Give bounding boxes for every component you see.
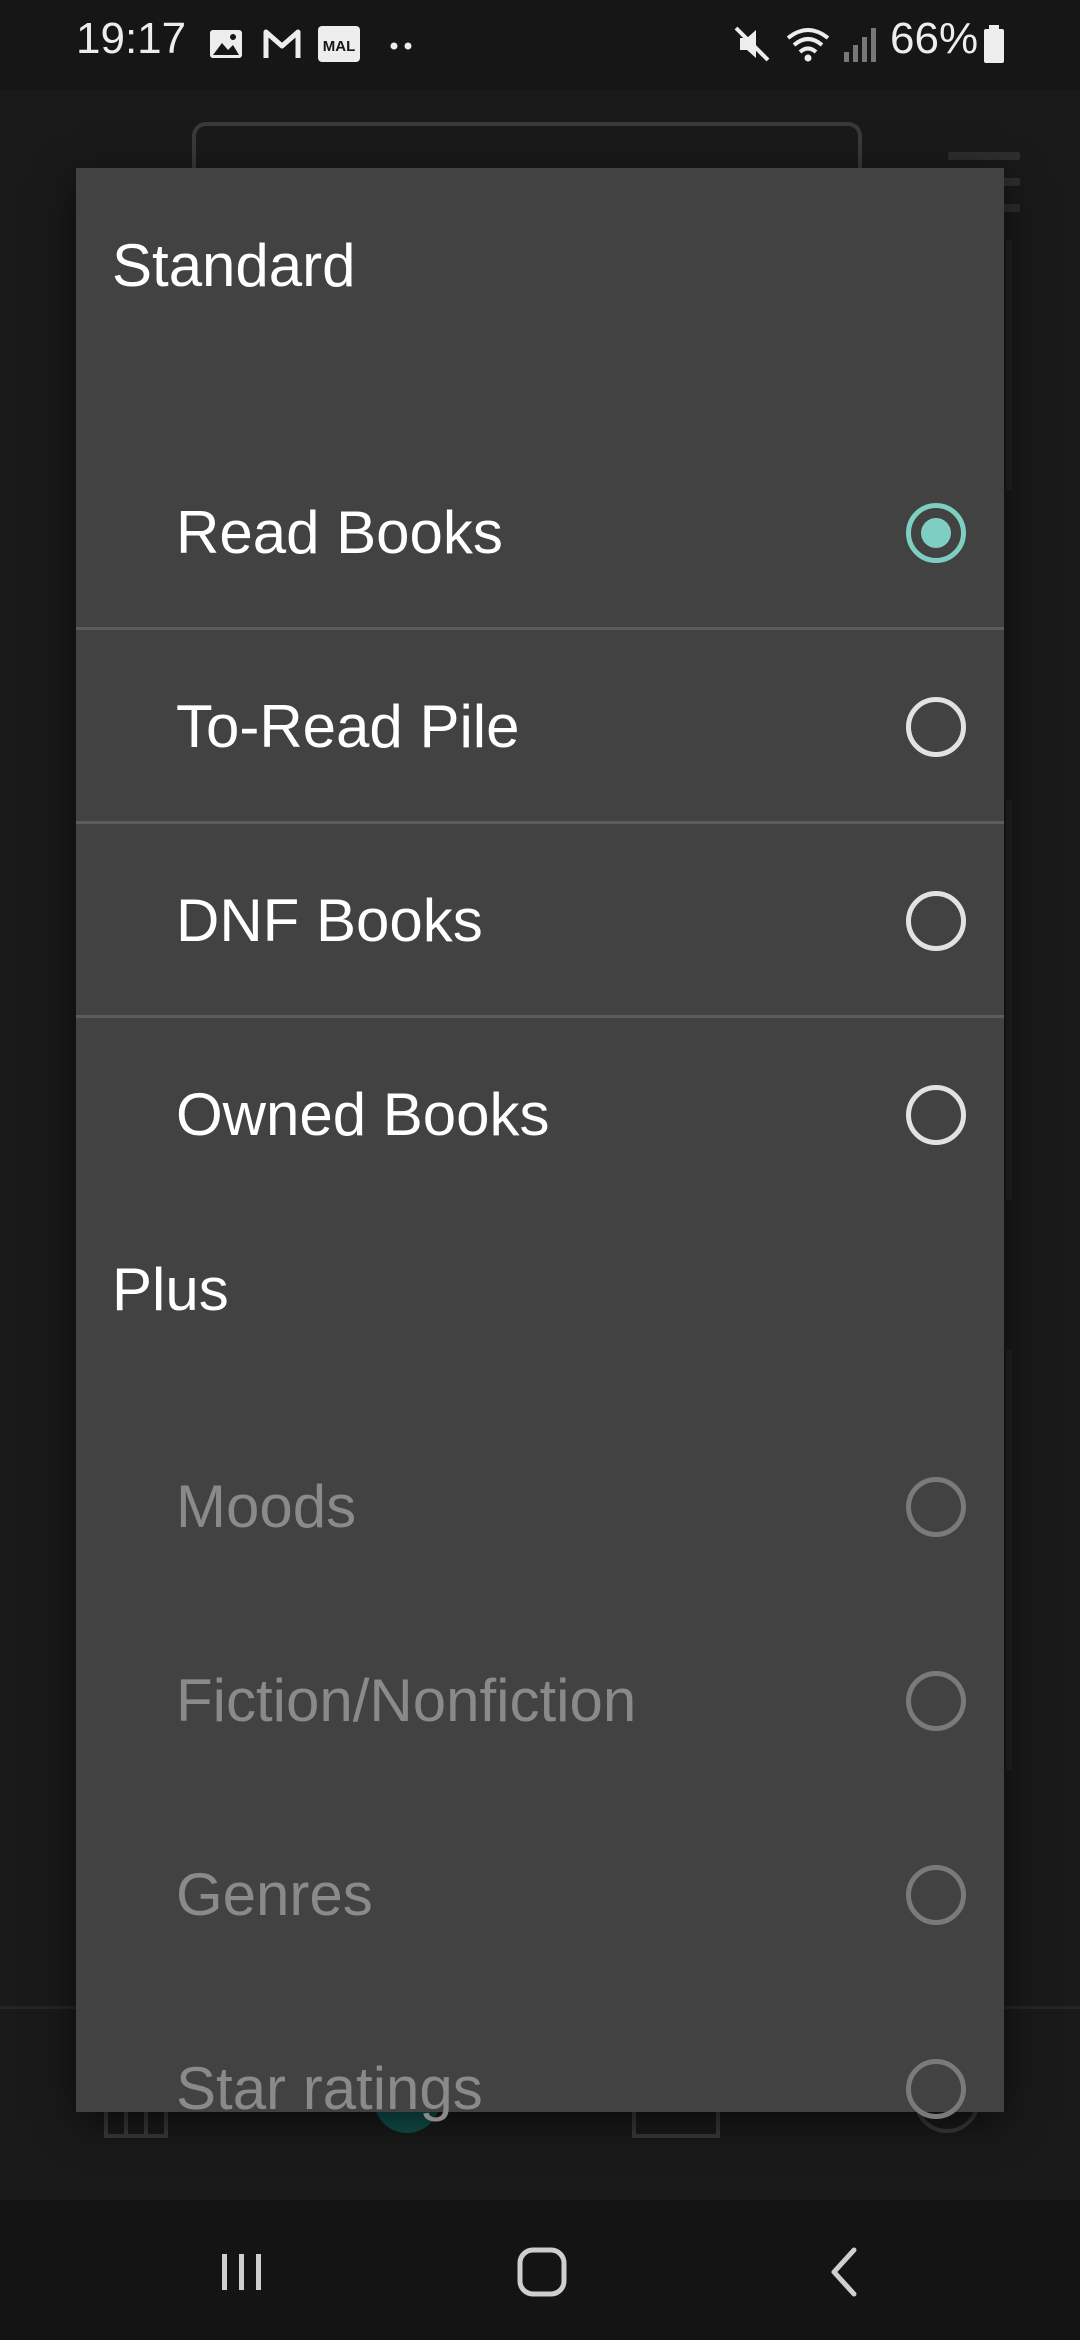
option-label: DNF Books	[176, 887, 483, 954]
option-to-read-pile[interactable]: To-Read Pile	[76, 630, 1004, 824]
battery-icon	[984, 25, 1004, 63]
section-header-standard: Standard	[112, 232, 356, 299]
option-label: Moods	[176, 1473, 357, 1540]
background-card-edge	[1006, 240, 1012, 490]
option-label: Genres	[176, 1861, 373, 1928]
option-fiction-nonfiction: Fiction/Nonfiction	[76, 1604, 1004, 1798]
signal-icon	[844, 28, 876, 62]
system-nav-bar	[0, 2200, 1080, 2340]
radio-unselected-icon[interactable]	[906, 1085, 966, 1145]
wifi-icon	[786, 28, 830, 62]
back-icon[interactable]	[816, 2242, 876, 2302]
status-time: 19:17	[76, 14, 187, 63]
option-label: To-Read Pile	[176, 693, 520, 760]
battery-percent: 66%	[890, 14, 979, 63]
option-dnf-books[interactable]: DNF Books	[76, 824, 1004, 1018]
radio-unselected-icon[interactable]	[906, 697, 966, 757]
radio-disabled-icon	[906, 1671, 966, 1731]
home-icon[interactable]	[512, 2242, 572, 2302]
option-genres: Genres	[76, 1798, 1004, 1992]
option-label: Fiction/Nonfiction	[176, 1667, 637, 1734]
radio-unselected-icon[interactable]	[906, 891, 966, 951]
section-header-plus: Plus	[112, 1256, 229, 1323]
option-star-ratings: Star ratings	[76, 1992, 1004, 2122]
list-picker-dialog: Standard Read Books To-Read Pile DNF Boo…	[76, 168, 1004, 2122]
background-card-edge	[1006, 1350, 1012, 1770]
more-dots-icon	[390, 42, 412, 50]
gmail-icon	[263, 29, 301, 58]
recent-apps-icon[interactable]	[212, 2242, 272, 2302]
mute-icon	[734, 26, 770, 62]
option-label: Star ratings	[176, 2055, 483, 2122]
background-card-edge	[1006, 800, 1012, 1200]
option-moods: Moods	[76, 1410, 1004, 1604]
option-read-books[interactable]: Read Books	[76, 436, 1004, 630]
image-icon	[210, 30, 242, 58]
option-label: Read Books	[176, 499, 503, 566]
status-bar: 19:17 MAL 66%	[0, 0, 1080, 90]
radio-selected-icon[interactable]	[906, 503, 966, 563]
option-label: Owned Books	[176, 1081, 550, 1148]
radio-disabled-icon	[906, 1477, 966, 1537]
radio-disabled-icon	[906, 1865, 966, 1925]
option-owned-books[interactable]: Owned Books	[76, 1018, 1004, 1212]
svg-text:MAL: MAL	[323, 38, 356, 55]
mal-icon: MAL	[318, 26, 360, 62]
radio-disabled-icon	[906, 2059, 966, 2119]
